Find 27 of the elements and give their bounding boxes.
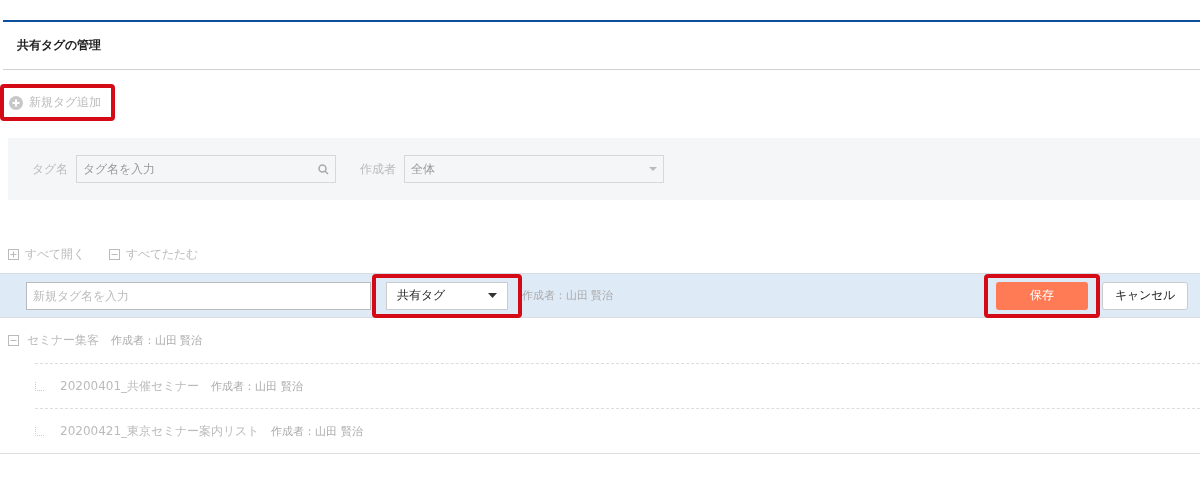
caret-icon <box>649 167 657 171</box>
save-button[interactable]: 保存 <box>996 281 1088 310</box>
tag-name[interactable]: セミナー集客 <box>27 332 99 349</box>
plus-box-icon[interactable] <box>8 249 19 260</box>
tag-search-field[interactable]: タグ名を入力 <box>76 155 336 183</box>
plus-circle-icon <box>9 95 23 110</box>
tag-name[interactable]: 20200421_東京セミナー案内リスト <box>60 422 260 440</box>
expand-all-link[interactable]: すべて開く <box>8 236 85 273</box>
caret-icon <box>488 293 497 298</box>
tag-type-select[interactable]: 共有タグ <box>386 281 508 310</box>
author-text: 作成者：山田 賢治 <box>211 378 303 394</box>
page-title: 共有タグの管理 <box>17 37 101 54</box>
author-text: 作成者：山田 賢治 <box>271 423 363 439</box>
author-label: 作成者 <box>360 160 396 178</box>
minus-box-icon[interactable] <box>109 249 120 260</box>
tag-name-input[interactable]: 新規タグ名を入力 <box>26 281 371 310</box>
add-tag-link[interactable]: 新規タグ追加 <box>9 94 101 111</box>
search-icon <box>318 163 329 175</box>
tree-branch-icon <box>35 426 44 436</box>
author-text: 作成者：山田 賢治 <box>111 333 203 348</box>
cancel-button[interactable]: キャンセル <box>1102 281 1188 310</box>
minus-box-icon[interactable] <box>8 335 19 346</box>
tree-branch-icon <box>35 381 44 391</box>
author-select[interactable]: 全体 <box>404 155 664 183</box>
tag-name[interactable]: 20200401_共催セミナー <box>60 377 200 395</box>
author-text: 作成者：山田 賢治 <box>522 288 614 303</box>
collapse-all-link[interactable]: すべてたたむ <box>109 236 198 273</box>
